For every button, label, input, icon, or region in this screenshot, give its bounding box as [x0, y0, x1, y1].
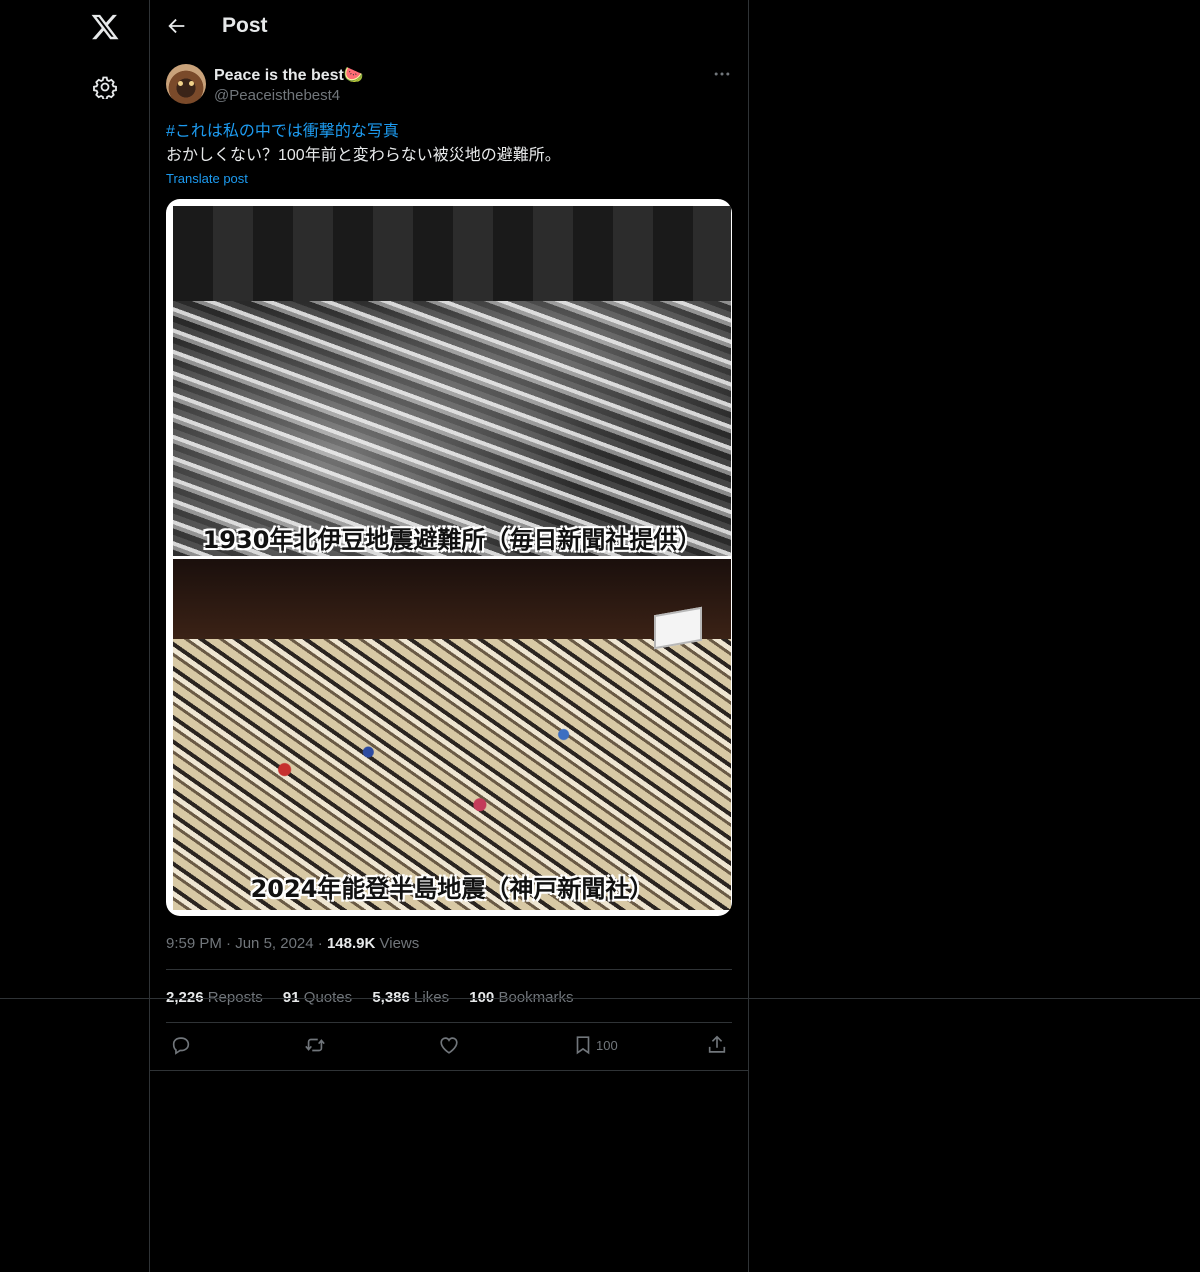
bookmark-button[interactable]: 100 — [572, 1034, 632, 1058]
share-button[interactable] — [706, 1034, 728, 1058]
more-horizontal-icon[interactable] — [712, 64, 732, 84]
meta-separator: · — [226, 935, 236, 952]
page: Post Peace is the best🍉 @Peaceisthebest4… — [0, 0, 1200, 1272]
views-label: Views — [379, 935, 420, 952]
hashtag-link[interactable]: #これは私の中では衝撃的な写真 — [166, 120, 732, 144]
meta-separator: · — [317, 935, 327, 952]
repost-icon — [305, 1038, 325, 1052]
divider — [166, 1022, 732, 1023]
bookmark-icon — [576, 1036, 590, 1055]
post-text: #これは私の中では衝撃的な写真 おかしくない？100年前と変わらない被災地の避難… — [166, 120, 732, 168]
repost-button[interactable] — [304, 1034, 326, 1058]
image-caption-top: 1930年北伊豆地震避難所（毎日新聞社提供） — [202, 526, 702, 554]
post-date[interactable]: Jun 5, 2024 — [235, 935, 313, 952]
overlay-guide-line — [0, 998, 1200, 999]
x-logo-icon[interactable] — [90, 12, 120, 42]
post-meta: 9:59 PM · Jun 5, 2024 · 148.9K Views — [166, 935, 419, 952]
translate-post-link[interactable]: Translate post — [166, 171, 248, 186]
avatar-eye — [178, 81, 183, 86]
divider — [166, 969, 732, 970]
divider — [150, 1070, 748, 1071]
gear-icon[interactable] — [93, 75, 117, 99]
header: Post — [150, 0, 748, 54]
image-caption-bottom: 2024年能登半島地震（神戸新聞社） — [250, 875, 654, 903]
page-title: Post — [222, 14, 268, 37]
heart-icon — [440, 1037, 458, 1054]
display-name[interactable]: Peace is the best🍉 — [214, 65, 364, 85]
share-icon — [708, 1035, 726, 1053]
avatar[interactable] — [166, 64, 206, 104]
bookmark-count: 100 — [596, 1038, 618, 1053]
reply-button[interactable] — [170, 1034, 192, 1058]
post-image[interactable]: 1930年北伊豆地震避難所（毎日新聞社提供） 2024年能登半島地震（神戸新聞社… — [166, 199, 732, 916]
user-handle[interactable]: @Peaceisthebest4 — [214, 87, 340, 104]
views-count: 148.9K — [326, 935, 376, 952]
post-body: おかしくない？100年前と変わらない被災地の避難所。 — [166, 147, 561, 164]
main-column: Post Peace is the best🍉 @Peaceisthebest4… — [149, 0, 749, 1272]
photo-top-wall — [173, 206, 731, 301]
post-time[interactable]: 9:59 PM — [166, 935, 222, 952]
like-button[interactable] — [438, 1034, 460, 1058]
post-author: Peace is the best🍉 @Peaceisthebest4 — [166, 64, 732, 108]
avatar-eye — [189, 81, 194, 86]
left-rail — [0, 0, 149, 1272]
reply-icon — [172, 1037, 190, 1055]
arrow-left-icon[interactable] — [166, 15, 188, 37]
photo-bottom-wall — [173, 559, 731, 639]
action-bar: 100 — [166, 1034, 732, 1060]
